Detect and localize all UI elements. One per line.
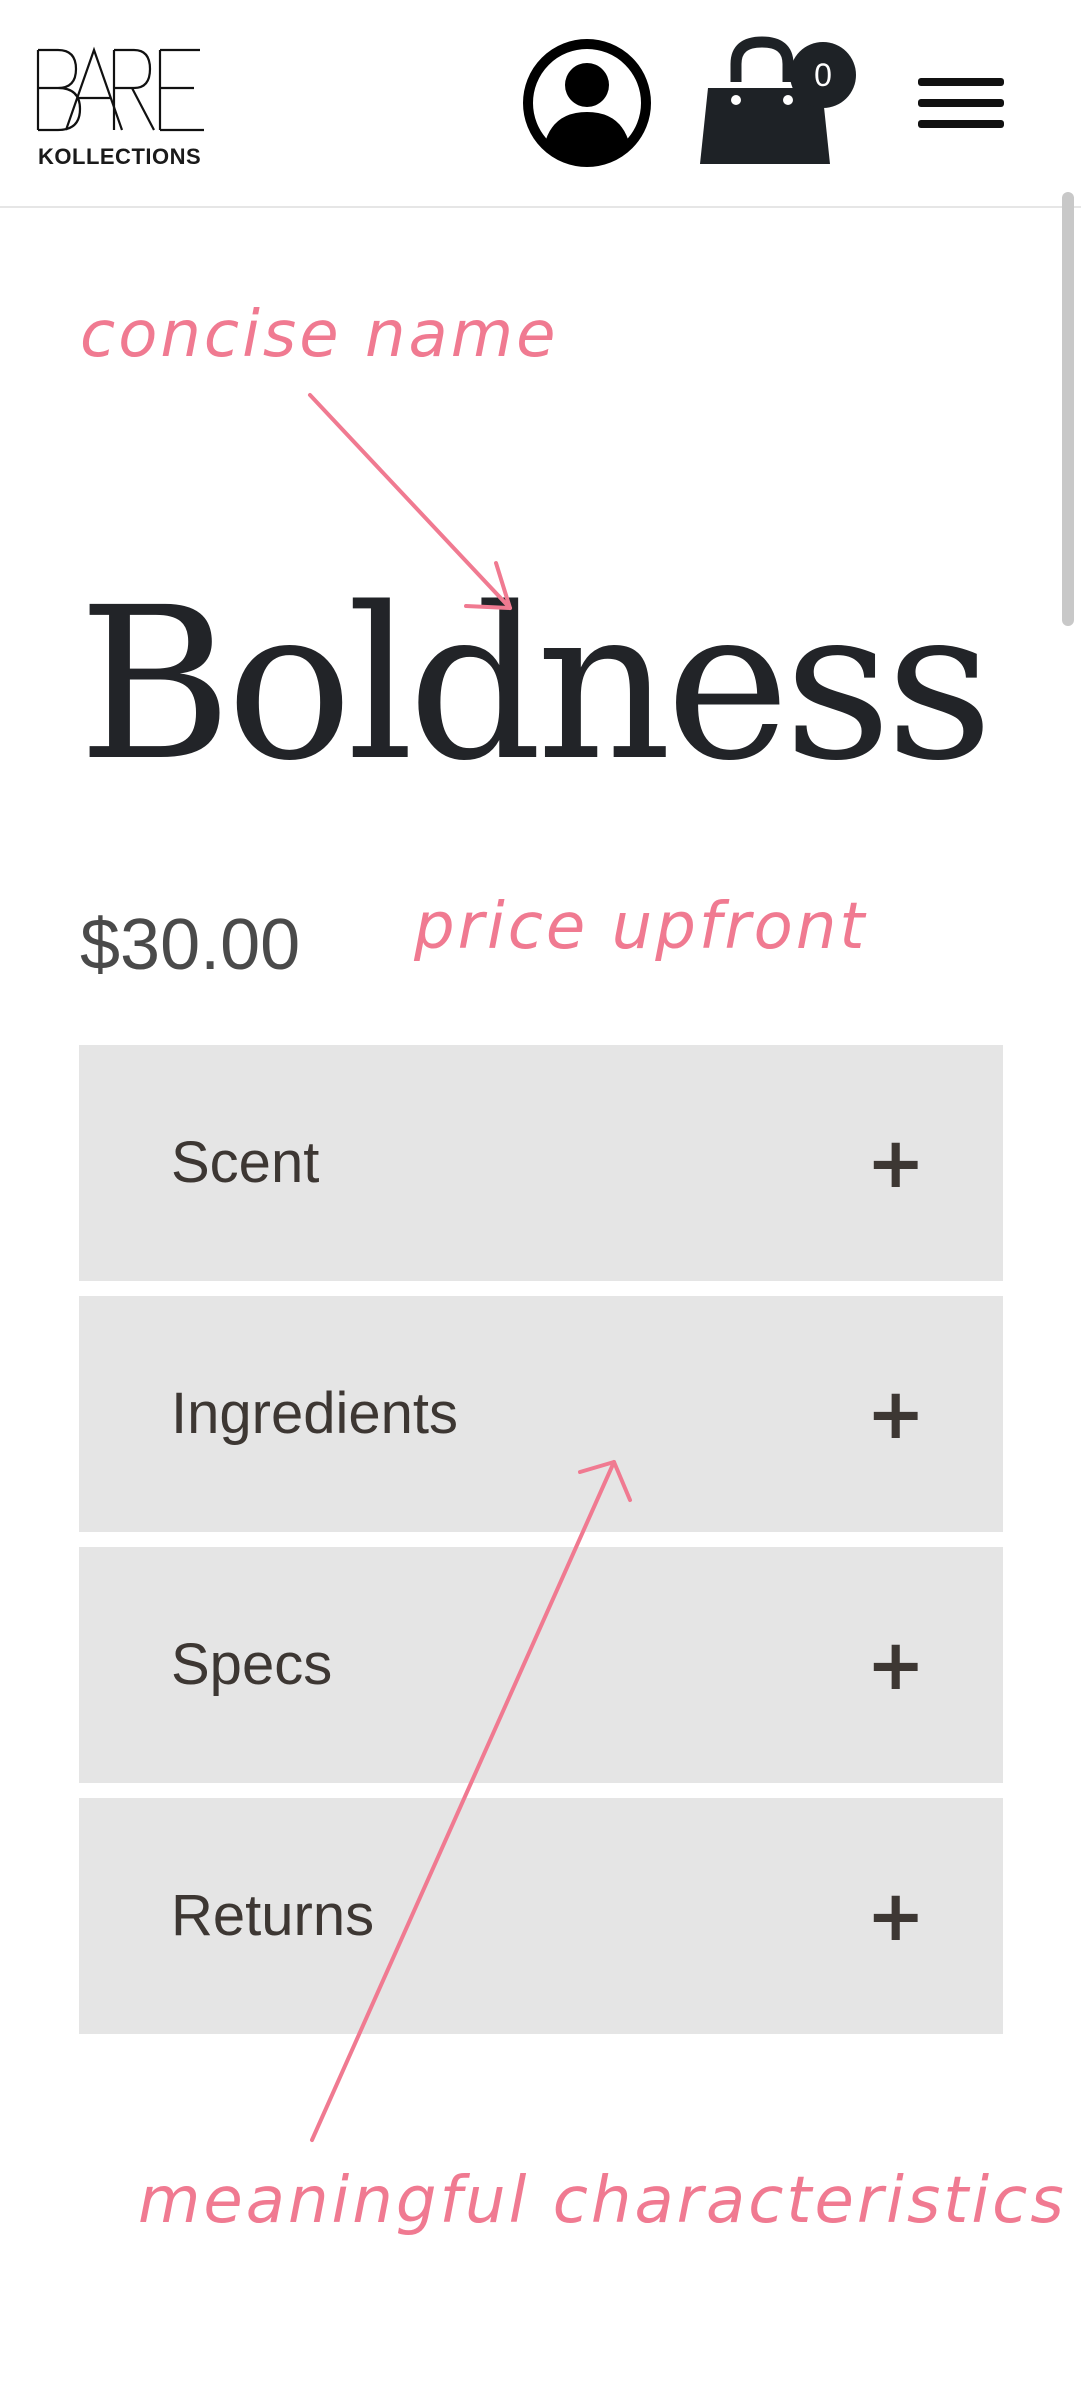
accordion-item-scent[interactable]: Scent + <box>79 1045 1003 1281</box>
logo-subtext: KOLLECTIONS <box>38 144 202 169</box>
user-circle-icon <box>523 39 651 167</box>
brand-logo[interactable]: KOLLECTIONS <box>36 44 216 174</box>
product-details-accordion: Scent + Ingredients + Specs + Returns + <box>79 1045 1003 2049</box>
scrollbar[interactable] <box>1062 192 1074 626</box>
cart-count-badge: 0 <box>790 42 856 108</box>
plus-icon: + <box>866 1624 925 1706</box>
annotation-concise-name: concise name <box>80 298 559 372</box>
accordion-label: Returns <box>171 1883 375 1948</box>
product-price: $30.00 <box>80 905 301 985</box>
menu-button[interactable] <box>918 78 1006 134</box>
plus-icon: + <box>866 1122 925 1204</box>
product-title: Boldness <box>78 562 993 807</box>
plus-icon: + <box>866 1373 925 1455</box>
accordion-item-specs[interactable]: Specs + <box>79 1547 1003 1783</box>
accordion-item-returns[interactable]: Returns + <box>79 1798 1003 2034</box>
account-button[interactable] <box>522 38 652 168</box>
plus-icon: + <box>866 1875 925 1957</box>
accordion-label: Ingredients <box>171 1381 458 1446</box>
accordion-label: Specs <box>171 1632 333 1697</box>
hamburger-menu-icon-bar <box>918 120 1004 128</box>
annotation-meaningful-characteristics: meaningful characteristics <box>138 2164 1067 2238</box>
accordion-item-ingredients[interactable]: Ingredients + <box>79 1296 1003 1532</box>
hamburger-menu-icon-bar <box>918 99 1004 107</box>
logo-mark <box>36 46 204 132</box>
accordion-label: Scent <box>171 1130 320 1195</box>
cart-button[interactable]: 0 <box>700 36 860 172</box>
site-header: KOLLECTIONS 0 <box>0 0 1081 208</box>
hamburger-menu-icon <box>918 78 1004 86</box>
annotation-price-upfront: price upfront <box>414 890 868 964</box>
